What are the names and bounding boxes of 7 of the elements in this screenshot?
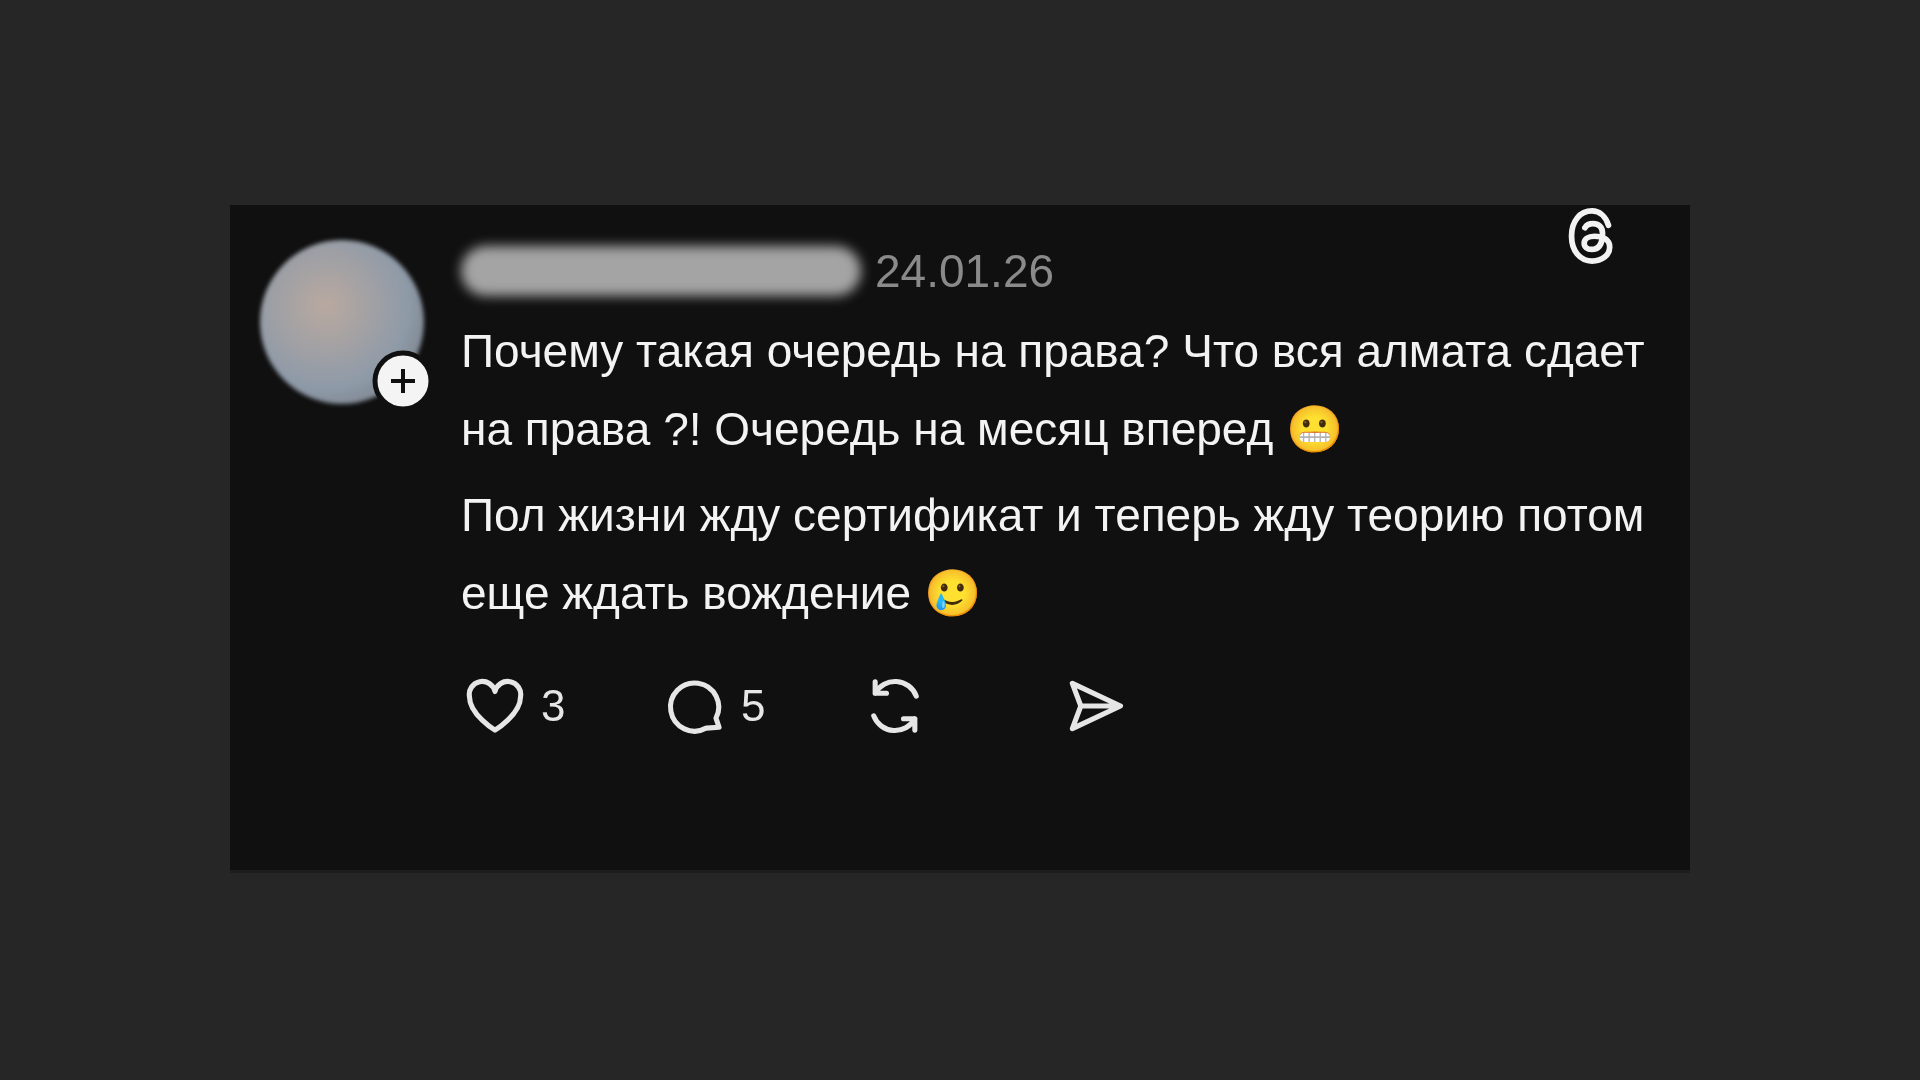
post-text: Почему такая очередь на права? Что вся алмата сдает на права ?! Очередь на месяц вперед 😬 (461, 324, 1646, 457)
reply-button[interactable]: 5 (661, 672, 861, 740)
reply-count: 5 (741, 680, 766, 732)
like-button[interactable]: 3 (461, 672, 661, 740)
like-count: 3 (541, 680, 566, 732)
post-text: Пол жизни жду сертификат и теперь жду теорию потом еще ждать вождение 🥲 (461, 488, 1646, 621)
post-date: 24.01.26 (875, 248, 1055, 294)
